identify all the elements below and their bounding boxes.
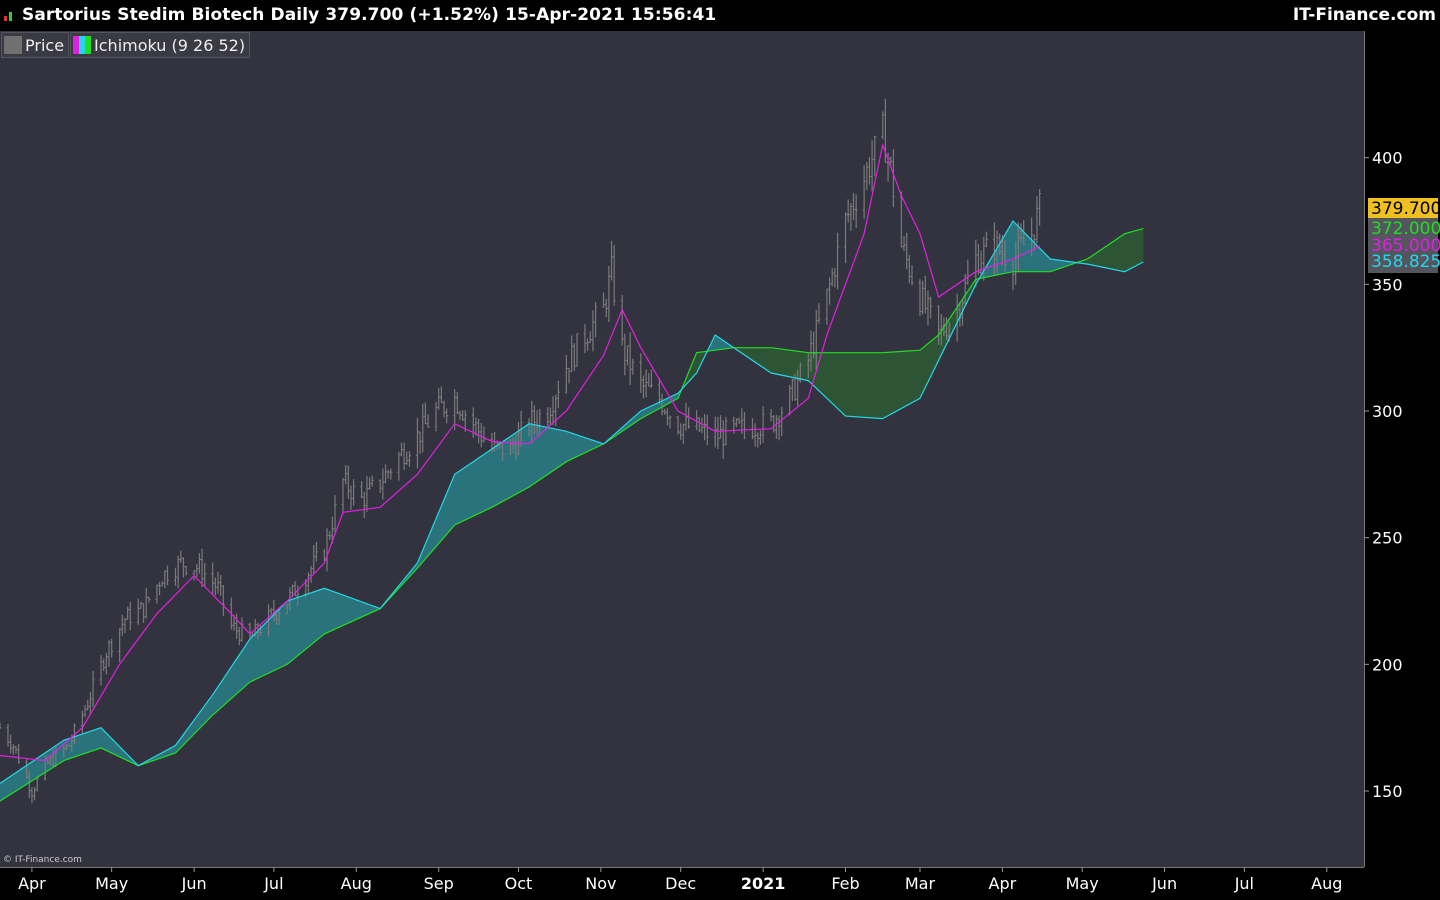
x-tick-label: Dec: [665, 874, 696, 893]
x-tick-label: Sep: [424, 874, 454, 893]
title-bar: Sartorius Stedim Biotech Daily 379.700 (…: [0, 0, 1440, 31]
y-tick-label: 150: [1372, 782, 1403, 801]
x-axis: Apr May Jun Jul Aug Sep Oct Nov Dec 2021 Feb Mar Apr…: [0, 867, 1440, 900]
x-tick-label: Jun: [181, 874, 207, 893]
ichimoku-swatch-icon: [73, 36, 92, 54]
price-tag: 358.825: [1368, 250, 1440, 273]
x-tick-label: Jul: [263, 874, 283, 893]
x-tick-label: Feb: [831, 874, 859, 893]
x-axis-background: [0, 867, 1440, 900]
y-tick-label: 350: [1372, 275, 1403, 294]
legend-label: Price: [25, 35, 65, 55]
y-axis: 150 200 250 300 350 400: [1364, 31, 1440, 867]
x-tick-label: May: [95, 874, 128, 893]
x-tick-label: 2021: [741, 874, 786, 893]
copyright-text: © IT-Finance.com: [3, 855, 82, 865]
x-tick-label: Oct: [505, 874, 533, 893]
x-tick-label: Mar: [905, 874, 936, 893]
legend-label: Ichimoku (9 26 52): [94, 35, 246, 55]
y-tick-label: 200: [1372, 655, 1403, 674]
y-tick-label: 250: [1372, 529, 1403, 548]
price-swatch-icon: [4, 36, 22, 54]
plot-area[interactable]: [0, 31, 1364, 867]
brand-label[interactable]: IT-Finance.com: [1293, 5, 1436, 25]
x-tick-label: Jul: [1234, 874, 1254, 893]
legend: Price Ichimoku (9 26 52): [1, 32, 251, 58]
legend-item-ichimoku[interactable]: Ichimoku (9 26 52): [70, 32, 251, 58]
y-tick-label: 300: [1372, 402, 1403, 421]
y-tick-label: 400: [1372, 149, 1403, 168]
x-tick-label: May: [1066, 874, 1099, 893]
x-tick-label: Jun: [1151, 874, 1177, 893]
x-tick-label: Aug: [1311, 874, 1342, 893]
x-tick-label: Aug: [341, 874, 372, 893]
chart-type-icon: [4, 11, 12, 21]
x-tick-label: Apr: [989, 874, 1017, 893]
x-tick-label: Nov: [585, 874, 616, 893]
legend-item-price[interactable]: Price: [1, 32, 70, 58]
chart-title: Sartorius Stedim Biotech Daily 379.700 (…: [22, 5, 717, 25]
chart-canvas[interactable]: 150 200 250 300 350 400 Apr May Jun Jul Aug Sep Oct…: [0, 0, 1440, 900]
x-tick-label: Apr: [18, 874, 46, 893]
